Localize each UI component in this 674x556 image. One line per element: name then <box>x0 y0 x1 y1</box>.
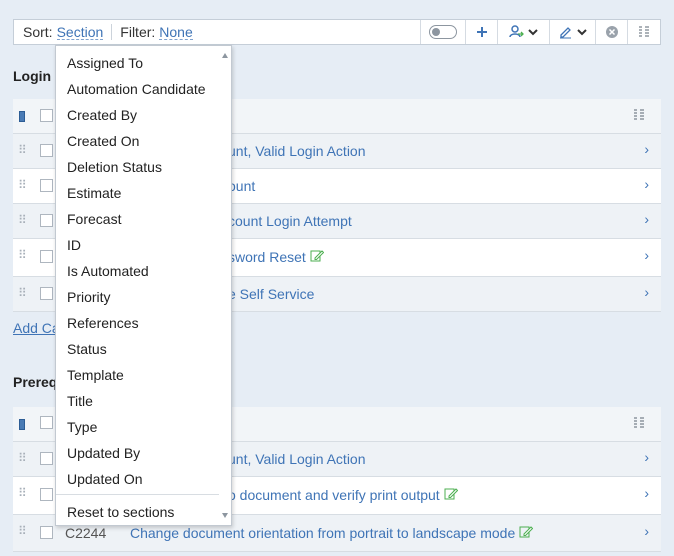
case-title[interactable]: unt, Valid Login Action <box>228 451 366 467</box>
sort-option[interactable]: Updated On <box>67 471 143 487</box>
reset-to-sections-option[interactable]: Reset to sections <box>67 504 174 520</box>
sort-option[interactable]: Priority <box>67 289 111 305</box>
sort-option[interactable]: ID <box>67 237 81 253</box>
chevron-right-icon[interactable]: › <box>644 141 649 157</box>
row-checkbox[interactable] <box>40 214 53 227</box>
select-all-checkbox[interactable] <box>40 109 53 122</box>
chevron-right-icon[interactable]: › <box>644 176 649 192</box>
drag-handle-icon[interactable]: ⠿ <box>18 287 27 299</box>
row-checkbox[interactable] <box>40 452 53 465</box>
drag-handle-icon[interactable]: ⠿ <box>18 525 27 537</box>
row-checkbox[interactable] <box>40 287 53 300</box>
case-title[interactable]: count Login Attempt <box>228 213 352 229</box>
chevron-right-icon[interactable]: › <box>644 247 649 263</box>
drag-handle-icon[interactable]: ⠿ <box>18 249 27 261</box>
row-checkbox[interactable] <box>40 144 53 157</box>
clear-button[interactable] <box>595 20 627 44</box>
edit-icon[interactable] <box>444 487 458 500</box>
sort-option[interactable]: Template <box>67 367 124 383</box>
sort-option[interactable]: Status <box>67 341 107 357</box>
drag-handle-icon[interactable]: ⠿ <box>18 144 27 156</box>
sort-menu: Assigned To Automation Candidate Created… <box>55 45 232 526</box>
toolbar: Sort: Section Filter: None <box>13 19 661 45</box>
sort-dropdown[interactable]: Section <box>56 25 104 40</box>
sort-option[interactable]: Estimate <box>67 185 121 201</box>
edit-icon[interactable] <box>310 249 324 262</box>
case-title[interactable]: ount <box>228 178 255 194</box>
plus-icon <box>476 27 487 37</box>
filter-label: Filter: <box>120 24 156 40</box>
chevron-down-icon <box>527 29 538 36</box>
sort-option[interactable]: Type <box>67 419 97 435</box>
row-checkbox[interactable] <box>40 250 53 263</box>
columns-icon[interactable] <box>633 417 645 429</box>
case-title[interactable]: unt, Valid Login Action <box>228 143 366 159</box>
case-title[interactable]: e Self Service <box>228 286 314 302</box>
clear-icon <box>605 26 618 38</box>
case-id: C2244 <box>65 525 107 541</box>
edit-icon[interactable] <box>519 525 534 538</box>
sort-option[interactable]: Assigned To <box>67 55 143 71</box>
case-title[interactable]: o document and verify print output <box>228 487 458 503</box>
sort-option[interactable]: Deletion Status <box>67 159 162 175</box>
scroll-up-icon[interactable] <box>222 53 228 58</box>
case-title[interactable]: sword Reset <box>228 249 324 265</box>
section-marker <box>19 111 25 122</box>
columns-icon <box>639 26 649 37</box>
menu-divider <box>56 494 219 495</box>
assign-user-icon <box>508 25 538 38</box>
drag-handle-icon[interactable]: ⠿ <box>18 179 27 191</box>
section-title-prereq: Prereq <box>13 374 55 390</box>
row-checkbox[interactable] <box>40 179 53 192</box>
section-marker <box>19 419 25 430</box>
add-case-link[interactable]: Add Ca <box>13 320 55 336</box>
sort-option[interactable]: References <box>67 315 139 331</box>
filter-dropdown[interactable]: None <box>159 25 193 40</box>
columns-button[interactable] <box>627 20 660 44</box>
row-checkbox[interactable] <box>40 488 53 501</box>
row-checkbox[interactable] <box>40 526 53 539</box>
chevron-right-icon[interactable]: › <box>644 485 649 501</box>
drag-handle-icon[interactable]: ⠿ <box>18 487 27 499</box>
columns-icon[interactable] <box>633 109 645 121</box>
scroll-down-icon[interactable] <box>222 513 228 518</box>
sort-option[interactable]: Title <box>67 393 93 409</box>
sort-option[interactable]: Updated By <box>67 445 140 461</box>
chevron-right-icon[interactable]: › <box>644 284 649 300</box>
sort-option[interactable]: Automation Candidate <box>67 81 206 97</box>
pencil-icon <box>559 27 587 39</box>
edit-button[interactable] <box>549 20 595 44</box>
sort-option[interactable]: Created By <box>67 107 137 123</box>
toggle-icon <box>429 25 457 39</box>
chevron-right-icon[interactable]: › <box>644 449 649 465</box>
sort-option[interactable]: Is Automated <box>67 263 149 279</box>
toolbar-divider <box>111 24 113 40</box>
drag-handle-icon[interactable]: ⠿ <box>18 452 27 464</box>
assign-button[interactable] <box>497 20 549 44</box>
sort-option[interactable]: Created On <box>67 133 139 149</box>
section-title-login: Login <box>13 68 52 84</box>
drag-handle-icon[interactable]: ⠿ <box>18 214 27 226</box>
toggle-button[interactable] <box>420 20 465 44</box>
select-all-checkbox[interactable] <box>40 416 53 429</box>
sort-label: Sort: <box>23 24 53 40</box>
add-button[interactable] <box>465 20 497 44</box>
chevron-right-icon[interactable]: › <box>644 211 649 227</box>
chevron-right-icon[interactable]: › <box>644 523 649 539</box>
sort-option[interactable]: Forecast <box>67 211 121 227</box>
case-title[interactable]: Change document orientation from portrai… <box>130 525 534 541</box>
